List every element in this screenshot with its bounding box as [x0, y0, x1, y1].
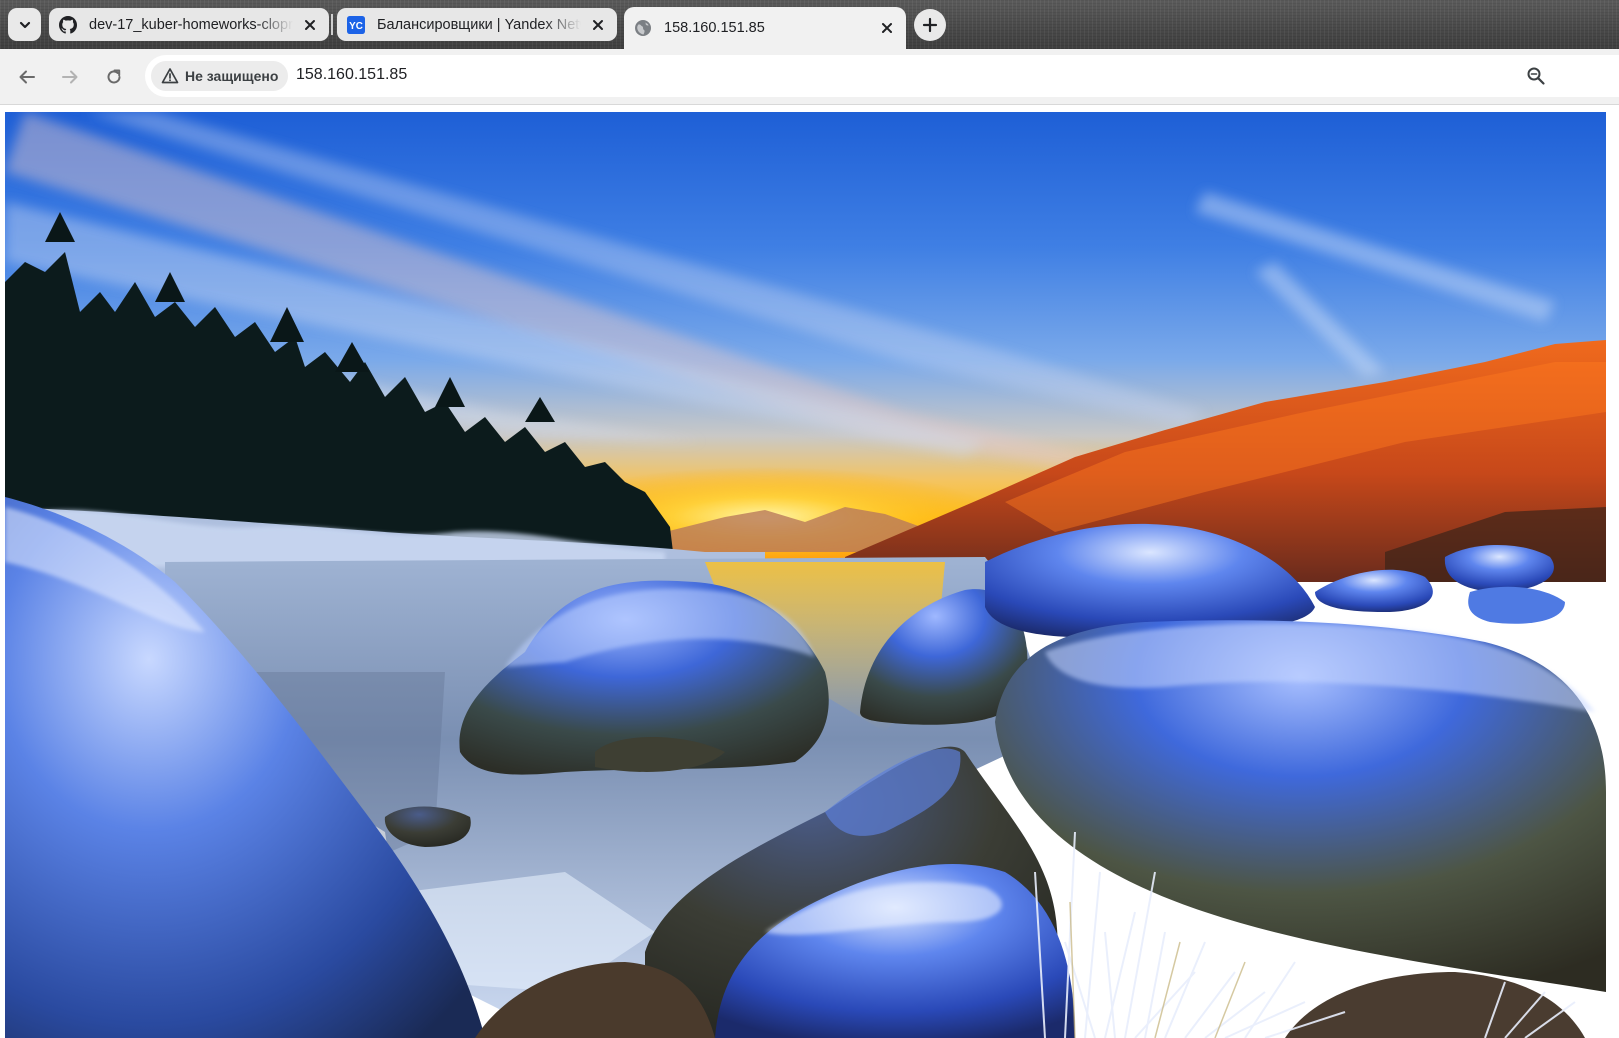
address-bar[interactable]: Не защищено 158.160.151.85	[145, 55, 1619, 97]
new-tab-button[interactable]	[914, 9, 946, 41]
tab-search-button[interactable]	[8, 8, 41, 41]
yc-badge-text: YC	[349, 21, 363, 32]
reload-icon	[107, 69, 121, 84]
tab-separator	[331, 14, 333, 35]
chevron-down-icon	[19, 21, 30, 28]
tab-title: dev-17_kuber-homeworks-clopro	[89, 16, 293, 33]
forward-button[interactable]	[56, 63, 84, 91]
browser-toolbar: Не защищено 158.160.151.85	[0, 49, 1619, 105]
close-icon[interactable]	[301, 16, 319, 34]
globe-icon	[634, 19, 652, 37]
tab-github[interactable]: dev-17_kuber-homeworks-clopro	[49, 8, 329, 41]
tab-active-ip[interactable]: 158.160.151.85	[624, 7, 906, 49]
reload-button[interactable]	[100, 63, 128, 91]
plus-icon	[922, 17, 938, 33]
arrow-right-icon	[62, 70, 78, 84]
warning-triangle-icon	[161, 67, 179, 85]
close-icon[interactable]	[589, 16, 607, 34]
close-icon[interactable]	[878, 19, 896, 37]
tab-title: Балансировщики | Yandex Network Load Bal…	[377, 16, 581, 33]
security-chip-label: Не защищено	[185, 68, 279, 84]
yandex-cloud-icon: YC	[347, 15, 365, 34]
security-chip[interactable]: Не защищено	[151, 61, 289, 91]
zoom-icon[interactable]	[1525, 65, 1547, 87]
tab-strip: dev-17_kuber-homeworks-clopro YC Баланси…	[0, 0, 1619, 49]
tab-yandex-balancers[interactable]: YC Балансировщики | Yandex Network Load …	[337, 8, 617, 41]
page-content	[0, 105, 1619, 1038]
landscape-photo	[5, 112, 1606, 1038]
github-icon	[59, 15, 77, 34]
back-button[interactable]	[13, 63, 41, 91]
tab-title: 158.160.151.85	[664, 20, 765, 36]
address-text[interactable]: 158.160.151.85	[296, 66, 407, 84]
arrow-left-icon	[19, 70, 35, 84]
